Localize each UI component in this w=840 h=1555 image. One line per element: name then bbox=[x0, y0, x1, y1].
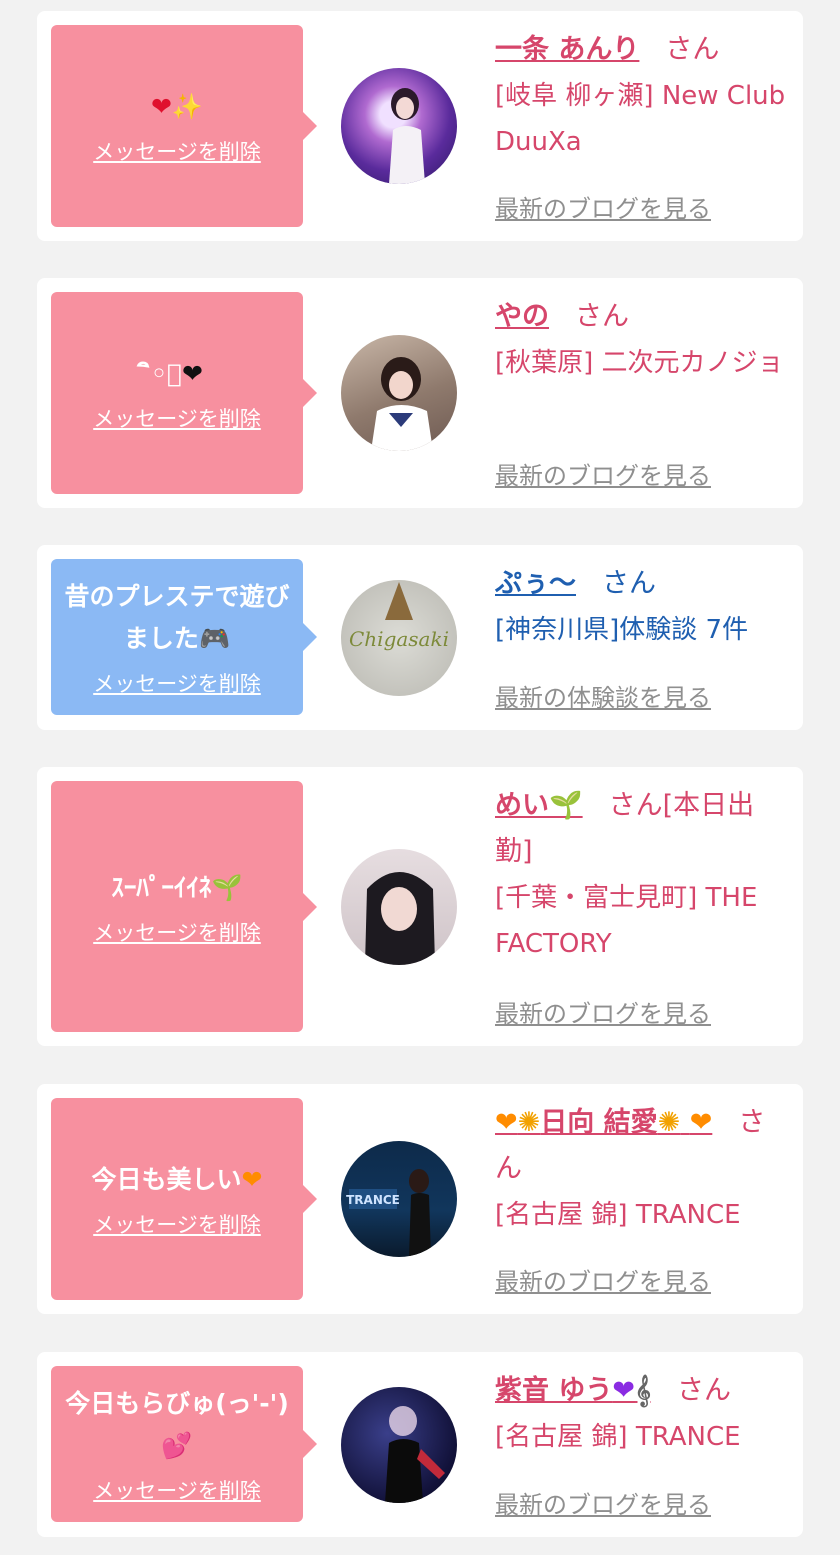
avatar[interactable]: Chigasaki bbox=[341, 580, 457, 696]
latest-review-link[interactable]: 最新の体験談を見る bbox=[495, 678, 711, 713]
avatar[interactable] bbox=[341, 849, 457, 965]
message-bubble: 今日も美しい❤ メッセージを削除 bbox=[51, 1098, 317, 1300]
honorific: さん bbox=[608, 790, 663, 821]
user-name-link[interactable]: 一条 あんり bbox=[495, 34, 639, 65]
shop-name: [秋葉原] 二次元カノジョ bbox=[495, 348, 784, 378]
shop-name: [名古屋 錦] TRANCE bbox=[495, 1200, 741, 1230]
message-body: ｽｰﾊﾟｰｲｲﾈ bbox=[111, 872, 212, 902]
message-card: ｽｰﾊﾟｰｲｲﾈ🌱 メッセージを削除 めい🌱 さん[本日出勤] [千葉・富士見町]… bbox=[37, 767, 803, 1046]
message-bubble: ｽｰﾊﾟｰｲｲﾈ🌱 メッセージを削除 bbox=[51, 781, 317, 1032]
message-list: ❤✨ メッセージを削除 一条 あんり さん [岐阜 柳ヶ瀬] New Club D… bbox=[0, 0, 840, 1555]
message-text: ิ◦ิ❤ bbox=[151, 353, 203, 395]
shop-name: [神奈川県]体験談 7件 bbox=[495, 615, 749, 645]
user-name-link[interactable]: やの bbox=[495, 301, 549, 332]
black-heart-icon: ❤ bbox=[182, 359, 203, 388]
name-line: ぷぅ〜 さん bbox=[495, 561, 787, 607]
delete-message-link[interactable]: メッセージを削除 bbox=[93, 668, 261, 698]
user-info: 紫音 ゆう❤𝄞 さん [名古屋 錦] TRANCE bbox=[495, 1368, 787, 1460]
message-card: 今日も美しい❤ メッセージを削除 TRANCE ❤✺日向 結愛✺ ❤ さん [名古… bbox=[37, 1084, 803, 1314]
chigasaki-text: Chigasaki bbox=[349, 627, 449, 651]
message-card: ❤✨ メッセージを削除 一条 あんり さん [岐阜 柳ヶ瀬] New Club D… bbox=[37, 11, 803, 241]
avatar[interactable] bbox=[341, 1387, 457, 1503]
honorific: さん bbox=[665, 34, 720, 65]
sprout-icon: 🌱 bbox=[211, 872, 243, 902]
message-body: 今日もらびゅ(っ'-') bbox=[65, 1389, 289, 1418]
girl-photo-icon bbox=[389, 88, 425, 184]
user-name-link[interactable]: 紫音 ゆう❤𝄞 bbox=[495, 1375, 651, 1406]
red-heart-icon: ❤ bbox=[150, 92, 172, 121]
honorific: さん bbox=[677, 1375, 731, 1406]
sparkle-icon: ✨ bbox=[171, 92, 204, 121]
name-line: めい🌱 さん[本日出勤] bbox=[495, 783, 787, 875]
treble-clef-icon: 𝄞 bbox=[635, 1375, 651, 1406]
latest-blog-link[interactable]: 最新のブログを見る bbox=[495, 994, 711, 1029]
delete-message-link[interactable]: メッセージを削除 bbox=[93, 403, 261, 433]
latest-blog-link[interactable]: 最新のブログを見る bbox=[495, 1485, 711, 1520]
message-text: ❤✨ bbox=[151, 86, 203, 128]
latest-blog-link[interactable]: 最新のブログを見る bbox=[495, 1262, 711, 1297]
orange-heart-icon: ❤ bbox=[495, 1107, 518, 1138]
message-text: ｽｰﾊﾟｰｲｲﾈ🌱 bbox=[111, 867, 242, 909]
purple-heart-icon: ❤ bbox=[612, 1375, 636, 1406]
honorific: さん bbox=[602, 568, 656, 599]
honorific: さん bbox=[575, 301, 629, 332]
orange-heart-icon: ❤ bbox=[241, 1165, 263, 1194]
message-card: 昔のプレステで遊びました🎮 メッセージを削除 Chigasaki ぷぅ〜 さん [… bbox=[37, 545, 803, 730]
message-card: ิ◦ิ❤ メッセージを削除 やの さん [秋葉原] 二次元カノジョ 最新のブログを… bbox=[37, 278, 803, 508]
delete-message-link[interactable]: メッセージを削除 bbox=[93, 917, 261, 947]
delete-message-link[interactable]: メッセージを削除 bbox=[93, 1475, 261, 1505]
message-text: 今日もらびゅ(っ'-') 💕 bbox=[65, 1383, 289, 1467]
user-info: 一条 あんり さん [岐阜 柳ヶ瀬] New Club DuuXa bbox=[495, 27, 787, 165]
latest-blog-link[interactable]: 最新のブログを見る bbox=[495, 456, 711, 491]
name-line: 紫音 ゆう❤𝄞 さん bbox=[495, 1368, 787, 1414]
message-bubble: ิ◦ิ❤ メッセージを削除 bbox=[51, 292, 317, 494]
delete-message-link[interactable]: メッセージを削除 bbox=[93, 1209, 261, 1239]
shirt-photo-icon: Chigasaki bbox=[349, 582, 449, 651]
girl-photo-icon bbox=[371, 357, 433, 451]
message-text: 今日も美しい❤ bbox=[92, 1159, 263, 1201]
user-info: めい🌱 さん[本日出勤] [千葉・富士見町] THE FACTORY bbox=[495, 783, 787, 967]
user-name-link[interactable]: ❤✺日向 結愛✺ ❤ bbox=[495, 1107, 712, 1138]
name-line: やの さん bbox=[495, 294, 787, 340]
message-bubble: ❤✨ メッセージを削除 bbox=[51, 25, 317, 227]
shop-name: [名古屋 錦] TRANCE bbox=[495, 1422, 741, 1452]
user-info: ぷぅ〜 さん [神奈川県]体験談 7件 bbox=[495, 561, 787, 653]
trance-text: TRANCE bbox=[346, 1193, 400, 1207]
sunflower-icon: ✺ bbox=[657, 1107, 681, 1138]
message-bubble: 昔のプレステで遊びました🎮 メッセージを削除 bbox=[51, 559, 317, 715]
girl-photo-icon bbox=[365, 872, 435, 965]
message-text: 昔のプレステで遊びました🎮 bbox=[63, 576, 291, 660]
user-info: やの さん [秋葉原] 二次元カノジョ bbox=[495, 294, 787, 386]
gamepad-icon: 🎮 bbox=[198, 624, 231, 653]
avatar[interactable] bbox=[341, 335, 457, 451]
two-hearts-icon: 💕 bbox=[161, 1431, 193, 1460]
avatar[interactable] bbox=[341, 68, 457, 184]
delete-message-link[interactable]: メッセージを削除 bbox=[93, 136, 261, 166]
avatar[interactable]: TRANCE bbox=[341, 1141, 457, 1257]
sunflower-icon: ✺ bbox=[517, 1107, 541, 1138]
stage-photo-icon bbox=[385, 1406, 445, 1503]
message-body: 昔のプレステで遊びました bbox=[64, 582, 290, 653]
shop-name: [岐阜 柳ヶ瀬] New Club DuuXa bbox=[495, 81, 786, 157]
message-card: 今日もらびゅ(っ'-') 💕 メッセージを削除 紫音 ゆう❤𝄞 さん [名古屋 錦]… bbox=[37, 1352, 803, 1537]
message-bubble: 今日もらびゅ(っ'-') 💕 メッセージを削除 bbox=[51, 1366, 317, 1522]
user-name-link[interactable]: めい🌱 bbox=[495, 790, 583, 821]
name-line: 一条 あんり さん bbox=[495, 27, 787, 73]
stage-photo-icon: TRANCE bbox=[346, 1169, 431, 1257]
name-line: ❤✺日向 結愛✺ ❤ さん bbox=[495, 1100, 787, 1192]
latest-blog-link[interactable]: 最新のブログを見る bbox=[495, 189, 711, 224]
orange-heart-icon: ❤ bbox=[689, 1107, 713, 1138]
shop-name: [千葉・富士見町] THE FACTORY bbox=[495, 883, 758, 959]
user-name-link[interactable]: ぷぅ〜 bbox=[495, 568, 576, 599]
user-info: ❤✺日向 結愛✺ ❤ さん [名古屋 錦] TRANCE bbox=[495, 1100, 787, 1238]
message-kaomoji: ิ◦ิ bbox=[151, 359, 183, 388]
message-body: 今日も美しい bbox=[91, 1165, 242, 1194]
sprout-icon: 🌱 bbox=[549, 790, 583, 821]
